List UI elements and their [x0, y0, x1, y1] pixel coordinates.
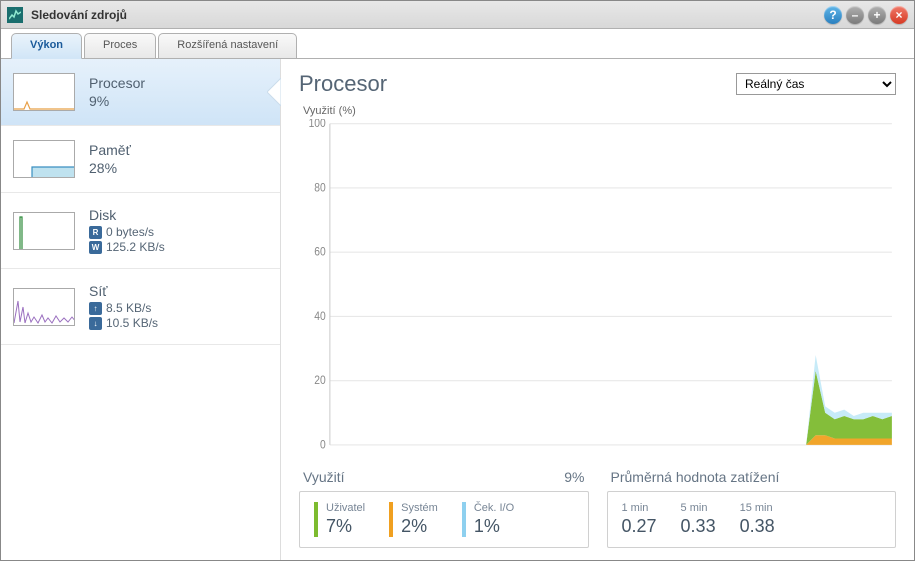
metric-user-label: Uživatel: [326, 502, 365, 514]
network-title: Síť: [89, 283, 268, 299]
load-5min-label: 5 min: [681, 502, 716, 514]
network-up: 8.5 KB/s: [106, 301, 151, 315]
download-badge-icon: ↓: [89, 317, 102, 330]
load-15min: 15 min 0.38: [740, 502, 775, 537]
upload-badge-icon: ↑: [89, 302, 102, 315]
app-icon: [7, 7, 23, 23]
tab-advanced[interactable]: Rozšířená nastavení: [158, 33, 297, 58]
close-button[interactable]: ×: [890, 6, 908, 24]
utilization-panel: Využití 9% Uživatel 7% Systém 2% Ček. I/…: [299, 469, 589, 548]
network-up-row: ↑ 8.5 KB/s: [89, 301, 268, 315]
help-button[interactable]: ?: [824, 6, 842, 24]
maximize-button[interactable]: +: [868, 6, 886, 24]
metric-system-label: Systém: [401, 502, 438, 514]
svg-text:20: 20: [314, 375, 325, 388]
chart-area: 0 20 40 60 80 100: [299, 119, 896, 459]
metric-iowait-value: 1%: [474, 516, 514, 537]
window-buttons: ? – + ×: [824, 6, 908, 24]
chart-ylabel: Využití (%): [303, 105, 896, 117]
disk-write: 125.2 KB/s: [106, 240, 165, 254]
network-down: 10.5 KB/s: [106, 316, 158, 330]
metric-system: Systém 2%: [389, 502, 438, 537]
load-15min-label: 15 min: [740, 502, 775, 514]
main-panel: Procesor Reálný čas Využití (%) 0 20 40 60 8…: [281, 59, 914, 560]
sidebar-item-network[interactable]: Síť ↑ 8.5 KB/s ↓ 10.5 KB/s: [1, 269, 280, 345]
load-1min: 1 min 0.27: [622, 502, 657, 537]
selected-arrow-icon: [267, 78, 281, 106]
disk-title: Disk: [89, 207, 268, 223]
load-5min: 5 min 0.33: [681, 502, 716, 537]
metric-user: Uživatel 7%: [314, 502, 365, 537]
svg-text:80: 80: [314, 182, 325, 195]
network-down-row: ↓ 10.5 KB/s: [89, 316, 268, 330]
load-5min-value: 0.33: [681, 516, 716, 537]
svg-text:100: 100: [309, 119, 326, 130]
tab-performance[interactable]: Výkon: [11, 33, 82, 59]
main-title: Procesor: [299, 71, 387, 97]
titlebar: Sledování zdrojů ? – + ×: [1, 1, 914, 29]
load-15min-value: 0.38: [740, 516, 775, 537]
sidebar: Procesor 9% Paměť 28% Disk R 0 bytes: [1, 59, 281, 560]
memory-thumb: [13, 140, 75, 178]
time-range-select[interactable]: Reálný čas: [736, 73, 896, 95]
bottom-panels: Využití 9% Uživatel 7% Systém 2% Ček. I/…: [299, 469, 896, 548]
cpu-value: 9%: [89, 93, 268, 109]
minimize-button[interactable]: –: [846, 6, 864, 24]
load-1min-label: 1 min: [622, 502, 657, 514]
cpu-thumb: [13, 73, 75, 111]
sidebar-item-memory[interactable]: Paměť 28%: [1, 126, 280, 193]
window-title: Sledování zdrojů: [31, 8, 824, 22]
cpu-chart: 0 20 40 60 80 100: [299, 119, 896, 459]
cpu-title: Procesor: [89, 75, 268, 91]
disk-read-row: R 0 bytes/s: [89, 225, 268, 239]
sidebar-item-disk[interactable]: Disk R 0 bytes/s W 125.2 KB/s: [1, 193, 280, 269]
memory-title: Paměť: [89, 142, 268, 158]
load-1min-value: 0.27: [622, 516, 657, 537]
network-thumb: [13, 288, 75, 326]
tab-process[interactable]: Proces: [84, 33, 156, 58]
metric-iowait: Ček. I/O 1%: [462, 502, 514, 537]
svg-text:0: 0: [320, 439, 326, 452]
sidebar-item-cpu[interactable]: Procesor 9%: [1, 59, 280, 126]
svg-text:40: 40: [314, 310, 325, 323]
tabbar: Výkon Proces Rozšířená nastavení: [1, 29, 914, 59]
memory-value: 28%: [89, 160, 268, 176]
load-header-label: Průměrná hodnota zatížení: [611, 469, 780, 485]
disk-read: 0 bytes/s: [106, 225, 154, 239]
write-badge-icon: W: [89, 241, 102, 254]
utilization-header-value: 9%: [564, 469, 584, 485]
load-panel: Průměrná hodnota zatížení 1 min 0.27 5 m…: [607, 469, 897, 548]
content: Procesor 9% Paměť 28% Disk R 0 bytes: [1, 59, 914, 560]
read-badge-icon: R: [89, 226, 102, 239]
svg-text:60: 60: [314, 246, 325, 259]
disk-write-row: W 125.2 KB/s: [89, 240, 268, 254]
metric-user-value: 7%: [326, 516, 365, 537]
metric-iowait-label: Ček. I/O: [474, 502, 514, 514]
utilization-header-label: Využití: [303, 469, 345, 485]
disk-thumb: [13, 212, 75, 250]
metric-system-value: 2%: [401, 516, 438, 537]
